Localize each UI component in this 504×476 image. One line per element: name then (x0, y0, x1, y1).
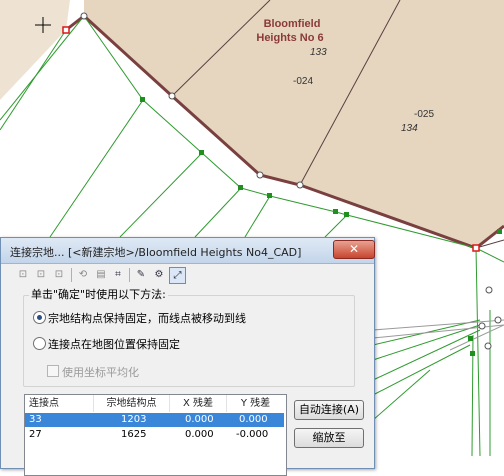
cell-parcel-point: 1625 (121, 429, 147, 440)
vertex-tool-8-icon[interactable]: ⚙ (151, 267, 167, 283)
close-button[interactable]: ✕ (333, 240, 375, 259)
cell-parcel-point: 1203 (121, 414, 147, 425)
vertex-tool-4-icon[interactable]: ⟲ (75, 267, 91, 283)
dialog-titlebar[interactable]: 连接宗地... [<新建宗地>/Bloomfield Heights No4_C… (1, 238, 375, 264)
option2-radio[interactable] (33, 337, 46, 350)
table-row[interactable]: 33 1203 0.000 0.000 (25, 413, 284, 427)
parcel-number-024: -024 (293, 76, 313, 87)
col-header-x-residual[interactable]: X 残差 (170, 395, 227, 412)
table-row[interactable]: 27 1625 0.000 -0.000 (25, 428, 284, 442)
vertex-tool-2-icon[interactable]: ⊡ (33, 267, 49, 283)
cell-x-residual: 0.000 (185, 414, 214, 425)
parcel-name-line1: Bloomfield (264, 18, 321, 30)
dialog-title: 连接宗地... [<新建宗地>/Bloomfield Heights No4_C… (10, 246, 302, 259)
method-group-label: 单击"确定"时使用以下方法: (29, 286, 168, 302)
radio-selected-dot (37, 315, 42, 320)
vertex-tool-1-icon[interactable]: ⊡ (15, 267, 31, 283)
join-parcel-dialog: 连接宗地... [<新建宗地>/Bloomfield Heights No4_C… (0, 237, 375, 476)
parcel-number-133: 133 (310, 47, 327, 58)
cell-y-residual: 0.000 (239, 414, 268, 425)
auto-connect-button[interactable]: 自动连接(A) (294, 400, 364, 420)
option1-radio[interactable] (33, 311, 46, 324)
toolbar-separator (71, 268, 72, 282)
col-header-parcel-point[interactable]: 宗地结构点 (94, 395, 170, 412)
cell-y-residual: -0.000 (236, 429, 269, 440)
cell-connection-point: 27 (29, 429, 42, 440)
option1-label[interactable]: 宗地结构点保持固定，而线点被移动到线 (48, 310, 246, 326)
cell-x-residual: 0.000 (185, 429, 214, 440)
col-header-y-residual[interactable]: Y 残差 (227, 395, 284, 412)
connection-table[interactable]: 连接点 宗地结构点 X 残差 Y 残差 33 1203 0.000 0.000 … (24, 394, 287, 476)
parcel-number-134: 134 (401, 123, 418, 134)
vertex-tool-7-icon[interactable]: ✎ (133, 267, 149, 283)
connect-tool-icon[interactable]: ⤢ (169, 267, 186, 284)
col-header-connection-point[interactable]: 连接点 (25, 395, 94, 412)
cell-connection-point: 33 (29, 414, 42, 425)
toolbar-separator (129, 268, 130, 282)
zoom-to-button[interactable]: 缩放至 (294, 428, 364, 448)
vertex-tool-3-icon[interactable]: ⊡ (51, 267, 67, 283)
vertex-tool-5-icon[interactable]: ▤ (93, 267, 109, 283)
coordinate-averaging-label: 使用坐标平均化 (62, 366, 139, 379)
left-parcel-slice (0, 0, 70, 100)
parcel-name-line2: Heights No 6 (256, 32, 323, 44)
option2-label[interactable]: 连接点在地图位置保持固定 (48, 336, 180, 352)
parcel-number-025: -025 (414, 109, 434, 120)
coordinate-averaging-checkbox[interactable] (47, 365, 59, 377)
vertex-tool-6-icon[interactable]: ⌗ (110, 267, 126, 283)
